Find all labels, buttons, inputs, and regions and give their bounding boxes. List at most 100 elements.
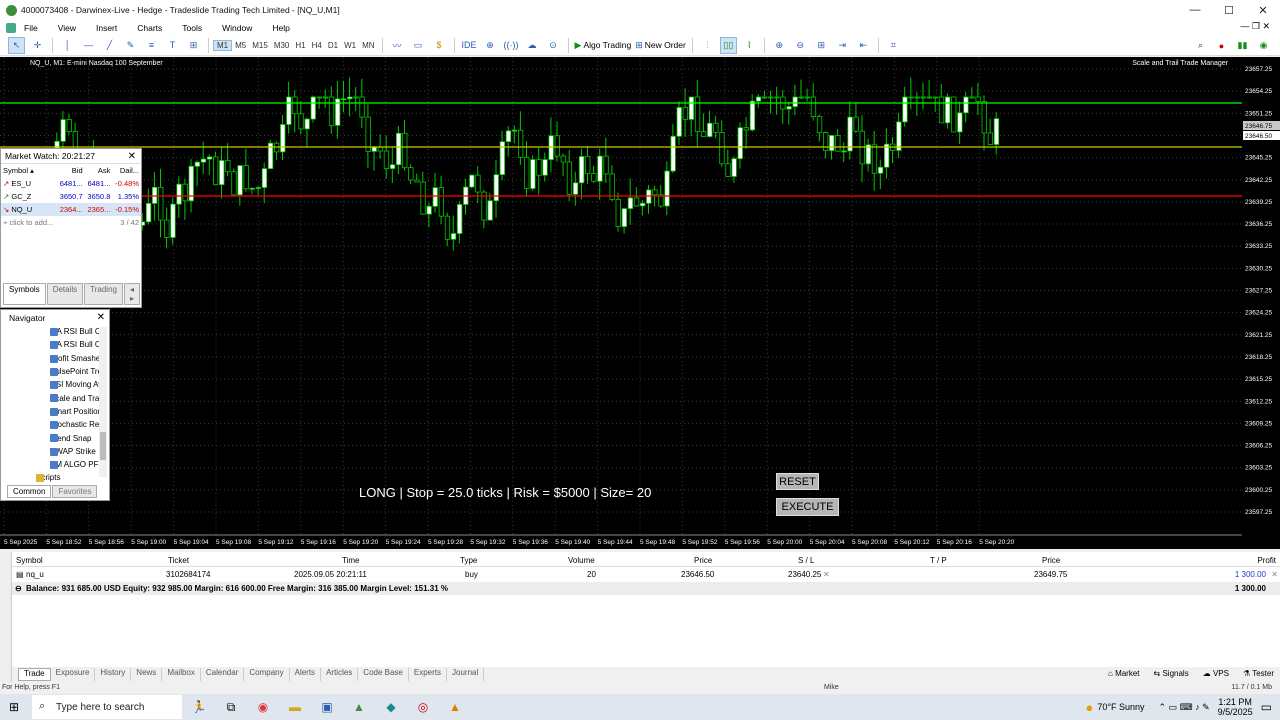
autoscroll-icon[interactable]: ⇥ bbox=[834, 37, 851, 54]
col-tp[interactable]: T / P bbox=[930, 556, 947, 565]
navigator-item[interactable]: Stochastic Rev bbox=[1, 418, 109, 431]
tf-h1[interactable]: H1 bbox=[292, 41, 308, 50]
crosshair-icon[interactable]: ✛ bbox=[29, 37, 46, 54]
tf-w1[interactable]: W1 bbox=[341, 41, 359, 50]
task-view-icon[interactable]: ⧉ bbox=[220, 696, 242, 718]
col-symbol[interactable]: Symbol ▴ bbox=[1, 164, 57, 177]
tab-market[interactable]: ⌂ Market bbox=[1108, 669, 1140, 678]
app-icon-blue[interactable]: ▣ bbox=[316, 696, 338, 718]
vertical-line-icon[interactable]: │ bbox=[59, 37, 76, 54]
col-sl[interactable]: S / L bbox=[798, 556, 814, 565]
navigator-item[interactable]: MA RSI Bull C bbox=[1, 338, 109, 351]
tab-journal[interactable]: Journal bbox=[447, 668, 485, 681]
tf-m1[interactable]: M1 bbox=[213, 39, 233, 51]
navigator-item[interactable]: Scale and Trail bbox=[1, 391, 109, 404]
tf-d1[interactable]: D1 bbox=[325, 41, 341, 50]
bar-chart-icon[interactable]: ⫶ bbox=[699, 37, 716, 54]
table-row[interactable]: ↘ NQ_U 2364... 2365... -0.15% bbox=[1, 203, 141, 216]
close-icon[interactable]: ✕ bbox=[128, 151, 136, 162]
tf-h4[interactable]: H4 bbox=[309, 41, 325, 50]
navigator-item[interactable]: MA RSI Bull C bbox=[1, 325, 109, 338]
signal-strength-icon[interactable]: ▮▮ bbox=[1234, 37, 1251, 54]
col-symbol[interactable]: Symbol bbox=[16, 556, 43, 565]
tab-exposure[interactable]: Exposure bbox=[51, 668, 96, 681]
maximize-button[interactable]: ☐ bbox=[1212, 0, 1246, 20]
channel-icon[interactable]: ≡ bbox=[143, 37, 160, 54]
menu-charts[interactable]: Charts bbox=[137, 23, 162, 33]
menu-view[interactable]: View bbox=[58, 23, 76, 33]
navigator-item[interactable]: PulsePoint Tre bbox=[1, 365, 109, 378]
dollar-icon[interactable]: $ bbox=[431, 37, 448, 54]
pencil-icon[interactable]: ✎ bbox=[122, 37, 139, 54]
new-order-button[interactable]: ⊞ New Order bbox=[635, 37, 686, 54]
col-time[interactable]: Time bbox=[342, 556, 359, 565]
table-row[interactable]: ↗ GC_Z 3650.7 3650.8 1.35% bbox=[1, 190, 141, 203]
col-profit[interactable]: Profit bbox=[1257, 556, 1276, 565]
col-volume[interactable]: Volume bbox=[568, 556, 595, 565]
signals-icon[interactable]: ⊕ bbox=[482, 37, 499, 54]
notification-center-icon[interactable]: ▭ bbox=[1261, 700, 1272, 714]
menu-file[interactable]: File bbox=[24, 23, 38, 33]
windows-start-icon[interactable]: ⊞ bbox=[9, 700, 19, 714]
navigator-item[interactable]: Profit Smashe bbox=[1, 352, 109, 365]
tab-experts[interactable]: Experts bbox=[409, 668, 448, 681]
chart-window-controls[interactable]: — ❐ ✕ bbox=[1240, 21, 1270, 32]
tab-company[interactable]: Company bbox=[244, 668, 290, 681]
toolbox-sidebar[interactable] bbox=[0, 552, 12, 682]
tab-history[interactable]: History bbox=[95, 668, 132, 681]
position-sl[interactable]: 23640.25 bbox=[788, 570, 821, 579]
vps-icon[interactable]: ⊙ bbox=[545, 37, 562, 54]
tab-news[interactable]: News bbox=[131, 668, 163, 681]
candle-chart-icon[interactable]: ▯▯ bbox=[719, 36, 737, 54]
table-row[interactable]: ↗ ES_U 6481... 6481... -0.48% bbox=[1, 177, 141, 190]
text-icon[interactable]: T bbox=[164, 37, 181, 54]
tab-calendar[interactable]: Calendar bbox=[201, 668, 245, 681]
tf-mn[interactable]: MN bbox=[359, 41, 377, 50]
tab-scroll-arrows[interactable]: ◂ ▸ bbox=[123, 283, 140, 305]
price-axis[interactable] bbox=[1242, 57, 1280, 549]
price-chart[interactable]: 23657.2523654.2523651.2523648.2523645.25… bbox=[0, 57, 1280, 549]
grid-icon[interactable]: ⊞ bbox=[813, 37, 830, 54]
tab-symbols[interactable]: Symbols bbox=[3, 283, 46, 305]
tab-alerts[interactable]: Alerts bbox=[290, 668, 322, 681]
execute-button[interactable]: EXECUTE bbox=[776, 498, 839, 516]
col-price[interactable]: Price bbox=[694, 556, 712, 565]
weather-text[interactable]: 70°F Sunny bbox=[1097, 702, 1144, 712]
tf-m15[interactable]: M15 bbox=[249, 41, 271, 50]
trendline-icon[interactable]: ╱ bbox=[101, 37, 118, 54]
navigator-item[interactable]: Smart Position bbox=[1, 405, 109, 418]
tab-codebase[interactable]: Code Base bbox=[358, 668, 409, 681]
tab-vps[interactable]: ☁ VPS bbox=[1203, 669, 1229, 678]
tab-signals[interactable]: ⇆ Signals bbox=[1154, 669, 1189, 678]
navigator-item[interactable]: VWAP Strike bbox=[1, 445, 109, 458]
metatrader-taskbar-icon[interactable]: ▲ bbox=[348, 696, 370, 718]
col-ticket[interactable]: Ticket bbox=[168, 556, 189, 565]
screenshot-icon[interactable]: ⌗ bbox=[885, 37, 902, 54]
navigator-scrollbar[interactable] bbox=[99, 327, 107, 477]
app-icon-orange[interactable]: ▲ bbox=[444, 696, 466, 718]
position-row[interactable]: ▤ nq_u 3102684174 2025.09.05 20:21:11 bu… bbox=[12, 568, 1280, 581]
app-icon-red[interactable]: ◎ bbox=[412, 696, 434, 718]
col-daily[interactable]: Dail... bbox=[112, 164, 141, 177]
tray-icons[interactable]: ⌃ ▭ ⌨ ♪ ✎ bbox=[1159, 702, 1210, 713]
navigator-item[interactable]: RSI Moving Av bbox=[1, 378, 109, 391]
notifications-icon[interactable]: ● bbox=[1213, 37, 1230, 54]
cursor-icon[interactable]: ↖ bbox=[8, 36, 25, 54]
zoom-out-icon[interactable]: ⊖ bbox=[792, 37, 809, 54]
close-button[interactable]: ✕ bbox=[1246, 0, 1280, 20]
line-chart-icon[interactable]: ⌇ bbox=[741, 37, 758, 54]
col-current-price[interactable]: Price bbox=[1042, 556, 1060, 565]
shift-icon[interactable]: ⇤ bbox=[855, 37, 872, 54]
chart-type-icon[interactable]: 〰 bbox=[389, 37, 406, 54]
algo-trading-button[interactable]: ▶ Algo Trading bbox=[575, 37, 632, 54]
scrollbar-thumb[interactable] bbox=[100, 432, 106, 460]
tf-m5[interactable]: M5 bbox=[232, 41, 249, 50]
menu-insert[interactable]: Insert bbox=[96, 23, 117, 33]
tab-favorites[interactable]: Favorites bbox=[52, 485, 98, 498]
tab-common[interactable]: Common bbox=[7, 485, 52, 498]
horizontal-line-icon[interactable]: — bbox=[80, 37, 97, 54]
reset-button[interactable]: RESET bbox=[776, 473, 819, 490]
navigator-item-scripts[interactable]: Scripts bbox=[1, 471, 109, 484]
menu-help[interactable]: Help bbox=[272, 23, 289, 33]
navigator-item[interactable]: Trend Snap bbox=[1, 431, 109, 444]
